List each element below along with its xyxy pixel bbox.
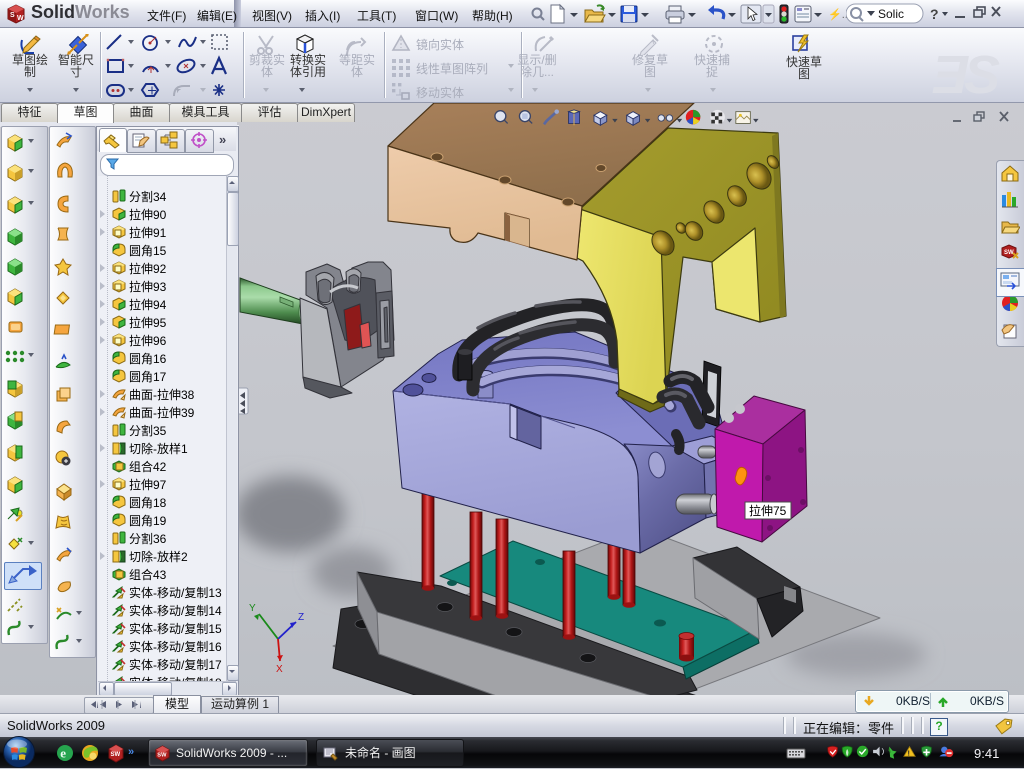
- svg-text:»: »: [128, 746, 134, 758]
- svg-text:W: W: [17, 15, 24, 22]
- svg-text:?: ?: [930, 6, 939, 22]
- svg-text:S: S: [10, 12, 15, 19]
- svg-text:Y: Y: [249, 603, 256, 614]
- svg-text:X: X: [276, 664, 283, 675]
- svg-text:SW: SW: [111, 752, 121, 758]
- svg-text:!: !: [908, 749, 910, 758]
- svg-text:SW: SW: [157, 752, 167, 758]
- svg-text:+: +: [651, 37, 656, 47]
- svg-text:e: e: [60, 746, 66, 761]
- svg-text:Z: Z: [298, 612, 304, 623]
- svg-text:⚡..: ⚡..: [828, 8, 848, 21]
- svg-text:拉伸75: 拉伸75: [749, 503, 787, 518]
- svg-text:SW: SW: [1004, 250, 1014, 256]
- svg-text:Solic: Solic: [878, 7, 904, 21]
